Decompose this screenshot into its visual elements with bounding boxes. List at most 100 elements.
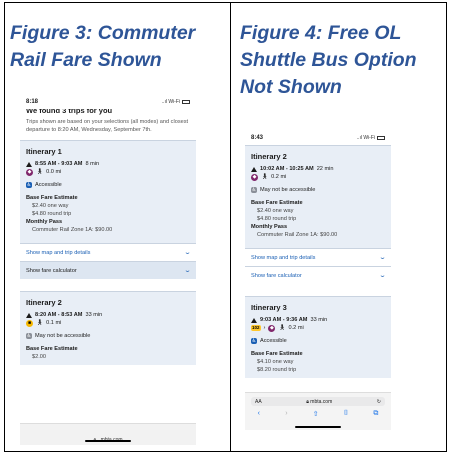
- show-map-details-button[interactable]: Show map and trip details ⌄: [20, 243, 196, 261]
- accessibility-text: May not be accessible: [35, 333, 91, 339]
- results-intro: Trips shown are based on your selections…: [26, 119, 189, 133]
- status-time: 8:18: [26, 99, 39, 105]
- walk-triangle-icon: [26, 161, 32, 167]
- tabs-icon[interactable]: ⧉: [373, 410, 378, 418]
- itinerary-1-card[interactable]: Itinerary 1 8:55 AM - 9:03 AM 8 min ◆ 🚶︎…: [20, 140, 196, 243]
- show-fare-calculator-button[interactable]: Show fare calculator ⌄: [20, 261, 196, 279]
- table-divider: [230, 2, 231, 452]
- itinerary-times: 9:03 AM - 9:36 AM: [260, 317, 308, 323]
- browser-nav: ‹ › ⇧ ⌷ ⧉: [245, 410, 391, 418]
- base-fare-label: Base Fare Estimate: [26, 195, 78, 201]
- safari-toolbar: AA 🔒︎ mbta.com ↻ ‹ › ⇧ ⌷ ⧉: [245, 392, 391, 430]
- show-fare-label: Show fare calculator: [26, 267, 77, 274]
- itinerary-title: Itinerary 1: [26, 147, 62, 156]
- share-icon[interactable]: ⇧: [313, 410, 319, 418]
- bookmarks-icon[interactable]: ⌷: [344, 410, 348, 418]
- show-map-label: Show map and trip details: [26, 249, 91, 256]
- back-icon[interactable]: ‹: [258, 410, 260, 418]
- walk-icon: 🚶︎: [36, 320, 44, 326]
- fare-round-trip: $4.80 round trip: [257, 216, 297, 222]
- walk-distance: 0.0 mi: [46, 169, 62, 175]
- signal-wifi-icon: ..ıl Wi-Fi: [357, 135, 385, 141]
- itinerary-2-card[interactable]: Itinerary 2 8:20 AM - 8:53 AM 33 min ■ 🚶…: [20, 291, 196, 365]
- signal-text: ..ıl Wi-Fi: [356, 135, 375, 141]
- accessibility-text: Accessible: [260, 338, 287, 344]
- monthly-pass-value: Commuter Rail Zone 1A: $90.00: [257, 232, 338, 238]
- fare-round-trip: $4.80 round trip: [32, 211, 72, 217]
- itinerary-3-card[interactable]: Itinerary 3 9:03 AM - 9:36 AM 33 min 102…: [245, 296, 391, 378]
- figure-4-screenshot: 8:43 ..ıl Wi-Fi Itinerary 2 10:02 AM - 1…: [245, 133, 391, 430]
- walk-distance: 0.2 mi: [271, 174, 287, 180]
- bus-icon: ■: [26, 319, 33, 327]
- bus-route-badge: 102: [251, 325, 261, 331]
- commuter-rail-icon: ◆: [268, 324, 276, 332]
- accessibility-text: Accessible: [35, 182, 62, 188]
- status-bar: 8:43 ..ıl Wi-Fi: [245, 133, 391, 145]
- arrow-icon: ›: [263, 325, 266, 331]
- monthly-pass-value: Commuter Rail Zone 1A: $90.00: [32, 227, 113, 233]
- reload-icon[interactable]: ↻: [377, 399, 381, 405]
- itinerary-title: Itinerary 2: [251, 152, 287, 161]
- itinerary-duration: 22 min: [316, 166, 334, 172]
- fare-one-way: $2.40 one way: [257, 208, 294, 214]
- not-accessible-icon: ♿︎: [26, 333, 32, 339]
- itinerary-title: Itinerary 2: [26, 298, 62, 307]
- forward-icon[interactable]: ›: [285, 410, 287, 418]
- address-bar[interactable]: AA 🔒︎ mbta.com ↻: [251, 397, 385, 406]
- walk-distance: 0.2 mi: [288, 325, 304, 331]
- browser-url-bar[interactable]: 🔒︎ mbta.com: [20, 423, 196, 445]
- accessible-icon: ♿︎: [26, 182, 32, 188]
- not-accessible-icon: ♿︎: [251, 187, 257, 193]
- show-fare-calculator-button[interactable]: Show fare calculator ⌄: [245, 266, 391, 284]
- home-indicator: [295, 426, 341, 428]
- chevron-down-icon: ⌄: [183, 268, 192, 274]
- lock-icon: 🔒︎: [306, 398, 309, 405]
- walk-triangle-icon: [26, 312, 32, 318]
- walk-icon: 🚶︎: [278, 325, 286, 331]
- signal-text: ..ıl Wi-Fi: [161, 99, 180, 105]
- figure-4-title: Figure 4: Free OL Shuttle Bus Option Not…: [240, 22, 417, 98]
- itinerary-duration: 33 min: [310, 317, 328, 323]
- commuter-rail-icon: ◆: [251, 173, 258, 181]
- base-fare-label: Base Fare Estimate: [251, 351, 303, 357]
- base-fare-label: Base Fare Estimate: [26, 346, 78, 352]
- status-bar: 8:18 ..ıl Wi-Fi: [20, 97, 196, 109]
- itinerary-times: 8:20 AM - 8:53 AM: [35, 312, 83, 318]
- url-text: mbta.com: [310, 398, 333, 405]
- chevron-down-icon: ⌄: [183, 250, 192, 256]
- reader-aa-button[interactable]: AA: [255, 399, 262, 405]
- walk-triangle-icon: [251, 166, 257, 172]
- itinerary-times: 10:02 AM - 10:25 AM: [260, 166, 314, 172]
- base-fare-label: Base Fare Estimate: [251, 200, 303, 206]
- walk-triangle-icon: [251, 317, 257, 323]
- chevron-down-icon: ⌄: [378, 255, 387, 261]
- itinerary-title: Itinerary 3: [251, 303, 287, 312]
- fare-cut: $8.20 round trip: [257, 367, 297, 373]
- walk-icon: 🚶︎: [261, 174, 269, 180]
- home-indicator: [85, 440, 131, 442]
- monthly-pass-label: Monthly Pass: [26, 219, 63, 225]
- show-fare-label: Show fare calculator: [251, 272, 302, 279]
- signal-wifi-icon: ..ıl Wi-Fi: [162, 99, 190, 105]
- battery-icon: [182, 99, 190, 104]
- commuter-rail-icon: ◆: [26, 168, 33, 176]
- walk-icon: 🚶︎: [36, 169, 44, 175]
- battery-icon: [377, 135, 385, 140]
- itinerary-duration: 33 min: [85, 312, 103, 318]
- accessible-icon: ♿︎: [251, 338, 257, 344]
- figure-3-title: Figure 3: Commuter Rail Fare Shown: [10, 22, 196, 71]
- itinerary-2-card[interactable]: Itinerary 2 10:02 AM - 10:25 AM 22 min ◆…: [245, 145, 391, 248]
- fare-one-way: $4.10 one way: [257, 359, 294, 365]
- chevron-down-icon: ⌄: [378, 273, 387, 279]
- fare-cut: $2.00: [32, 354, 46, 360]
- itinerary-times: 8:55 AM - 9:03 AM: [35, 161, 83, 167]
- monthly-pass-label: Monthly Pass: [251, 224, 288, 230]
- walk-distance: 0.1 mi: [46, 320, 62, 326]
- show-map-label: Show map and trip details: [251, 254, 316, 261]
- status-time: 8:43: [251, 135, 264, 141]
- fare-one-way: $2.40 one way: [32, 203, 69, 209]
- figure-3-screenshot: 8:18 ..ıl Wi-Fi We found 3 trips for you…: [20, 97, 196, 445]
- show-map-details-button[interactable]: Show map and trip details ⌄: [245, 248, 391, 266]
- itinerary-duration: 8 min: [85, 161, 100, 167]
- accessibility-text: May not be accessible: [260, 187, 316, 193]
